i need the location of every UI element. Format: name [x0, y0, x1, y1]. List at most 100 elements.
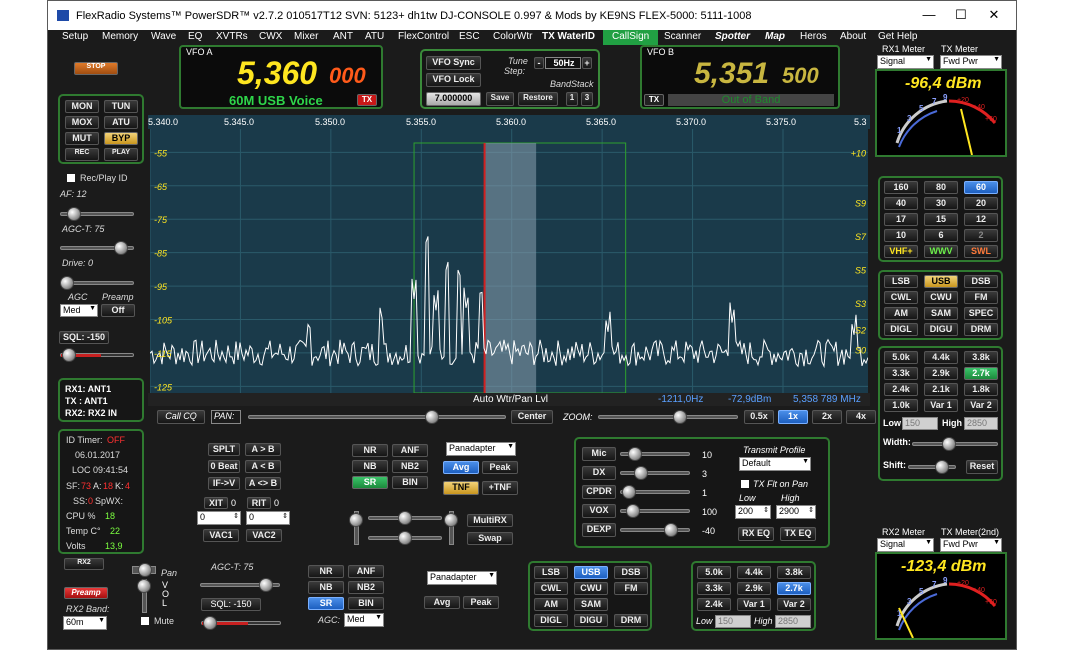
- stop-button[interactable]: STOP: [74, 62, 118, 75]
- filter-high-input[interactable]: 2850: [964, 417, 998, 430]
- rx2-sr-button[interactable]: SR: [308, 597, 344, 610]
- mic-button[interactable]: Mic: [582, 447, 616, 461]
- rx2-display-mode-select[interactable]: Panadapter▼: [427, 571, 497, 585]
- menu-eq[interactable]: EQ: [188, 31, 202, 42]
- rx2-filter-var1-button[interactable]: Var 1: [737, 598, 771, 611]
- rx2-mode-digu-button[interactable]: DIGU: [574, 614, 608, 627]
- band-10-button[interactable]: 10: [884, 229, 918, 242]
- rx2-filter-5k0-button[interactable]: 5.0k: [697, 566, 731, 579]
- menu-map[interactable]: Map: [765, 31, 785, 42]
- band-15-button[interactable]: 15: [924, 213, 958, 226]
- nb-button[interactable]: NB: [352, 460, 388, 473]
- band-swl-button[interactable]: SWL: [964, 245, 998, 258]
- mode-sam-button[interactable]: SAM: [924, 307, 958, 320]
- agc-select[interactable]: Med▼: [60, 304, 98, 317]
- band-80-button[interactable]: 80: [924, 181, 958, 194]
- menu-mixer[interactable]: Mixer: [294, 31, 318, 42]
- multirx-button[interactable]: MultiRX: [467, 514, 513, 527]
- pan-slider[interactable]: [248, 415, 506, 419]
- cpdr-button[interactable]: CPDR: [582, 485, 616, 499]
- rx-mix-slider-knob[interactable]: [349, 513, 363, 527]
- rx2-agc-t-slider-knob[interactable]: [259, 578, 273, 592]
- preamp-button[interactable]: Off: [101, 304, 135, 317]
- filter-reset-button[interactable]: Reset: [966, 460, 998, 474]
- rx2-nb-button[interactable]: NB: [308, 581, 344, 594]
- restore-button[interactable]: Restore: [518, 92, 558, 106]
- vac2-button[interactable]: VAC2: [246, 529, 282, 542]
- mic-slider-knob[interactable]: [628, 447, 642, 461]
- rx2-mode-cwu-button[interactable]: CWU: [574, 582, 608, 595]
- swap-button[interactable]: Swap: [467, 532, 513, 545]
- menu-esc[interactable]: ESC: [459, 31, 480, 42]
- rx2-mode-digl-button[interactable]: DIGL: [534, 614, 568, 627]
- step-value[interactable]: 50Hz: [545, 57, 581, 69]
- filter-width-slider-knob[interactable]: [942, 437, 956, 451]
- tx-eq-button[interactable]: TX EQ: [780, 527, 816, 541]
- rx2-filter-3k3-button[interactable]: 3.3k: [697, 582, 731, 595]
- zoom-4x-button[interactable]: 4x: [846, 410, 876, 424]
- a-to-b-button[interactable]: A > B: [245, 443, 281, 456]
- band-12-button[interactable]: 12: [964, 213, 998, 226]
- rx2-avg-button[interactable]: Avg: [424, 596, 460, 609]
- filter-2k4-button[interactable]: 2.4k: [884, 383, 918, 396]
- dexp-slider[interactable]: [620, 528, 690, 532]
- filter-var1-button[interactable]: Var 1: [924, 399, 958, 412]
- rx2-volume-slider-knob[interactable]: [398, 531, 412, 545]
- call-cq-button[interactable]: Call CQ: [157, 410, 205, 424]
- center-button[interactable]: Center: [511, 410, 553, 424]
- anf-button[interactable]: ANF: [392, 444, 428, 457]
- tx-meter-select[interactable]: Fwd Pwr▼: [940, 55, 1002, 69]
- zoom-0-5x-button[interactable]: 0.5x: [744, 410, 774, 424]
- af-slider-knob[interactable]: [67, 207, 81, 221]
- tx-meter-2nd-select[interactable]: Fwd Pwr▼: [940, 538, 1002, 552]
- menu-setup[interactable]: Setup: [62, 31, 88, 42]
- bandstack-3[interactable]: 3: [581, 92, 593, 106]
- rx2-filter-2k9-button[interactable]: 2.9k: [737, 582, 771, 595]
- filter-3k8-button[interactable]: 3.8k: [964, 351, 998, 364]
- agc-t-slider-knob[interactable]: [114, 241, 128, 255]
- filter-shift-slider-knob[interactable]: [935, 460, 949, 474]
- mut-button[interactable]: MUT: [65, 132, 99, 145]
- vfo-frequency-memory[interactable]: 7.000000: [426, 92, 481, 106]
- mode-cwu-button[interactable]: CWU: [924, 291, 958, 304]
- menu-get-help[interactable]: Get Help: [878, 31, 917, 42]
- filter-low-input[interactable]: 150: [902, 417, 938, 430]
- band-160-button[interactable]: 160: [884, 181, 918, 194]
- filter-2k7-button[interactable]: 2.7k: [964, 367, 998, 380]
- rx2-filter-var2-button[interactable]: Var 2: [777, 598, 811, 611]
- dexp-button[interactable]: DEXP: [582, 523, 616, 537]
- mode-spec-button[interactable]: SPEC: [964, 307, 998, 320]
- pan-slider-knob[interactable]: [425, 410, 439, 424]
- if-to-v-button[interactable]: IF->V: [208, 477, 240, 490]
- rx2-mode-usb-button[interactable]: USB: [574, 566, 608, 579]
- vfo-lock-button[interactable]: VFO Lock: [426, 73, 481, 87]
- rx2-filter-high-input[interactable]: 2850: [775, 615, 811, 628]
- tx-low-input[interactable]: 200⇕: [735, 505, 771, 519]
- rx2-mode-lsb-button[interactable]: LSB: [534, 566, 568, 579]
- mode-lsb-button[interactable]: LSB: [884, 275, 918, 288]
- menu-atu[interactable]: ATU: [365, 31, 384, 42]
- mox-button[interactable]: MOX: [65, 116, 99, 129]
- plus-tnf-button[interactable]: +TNF: [482, 481, 518, 495]
- band-6-button[interactable]: 6: [924, 229, 958, 242]
- sql-button[interactable]: SQL: -150: [59, 331, 109, 344]
- rec-play-id-checkbox[interactable]: [67, 174, 75, 182]
- filter-5k0-button[interactable]: 5.0k: [884, 351, 918, 364]
- panadapter-display[interactable]: -55-65-75-85-95-105-115-125 +10S9S7S5S3S…: [150, 129, 868, 393]
- menu-colorwtr[interactable]: ColorWtr: [493, 31, 532, 42]
- zero-beat-button[interactable]: 0 Beat: [208, 460, 240, 473]
- tnf-button[interactable]: TNF: [443, 481, 479, 495]
- band-40-button[interactable]: 40: [884, 197, 918, 210]
- tx-filter-on-pan-checkbox[interactable]: [741, 480, 749, 488]
- rx2-filter-3k8-button[interactable]: 3.8k: [777, 566, 811, 579]
- rx2-bin-button[interactable]: BIN: [348, 597, 384, 610]
- filter-2k9-button[interactable]: 2.9k: [924, 367, 958, 380]
- menu-spotter[interactable]: Spotter: [715, 31, 750, 42]
- play-button[interactable]: PLAY: [104, 148, 138, 161]
- zoom-1x-button[interactable]: 1x: [778, 410, 808, 424]
- tx-high-input[interactable]: 2900⇕: [776, 505, 816, 519]
- band-17-button[interactable]: 17: [884, 213, 918, 226]
- vfo-a-frequency-main[interactable]: 5,360: [237, 55, 317, 92]
- step-down-button[interactable]: -: [534, 57, 544, 69]
- rec-button[interactable]: REC: [65, 148, 99, 161]
